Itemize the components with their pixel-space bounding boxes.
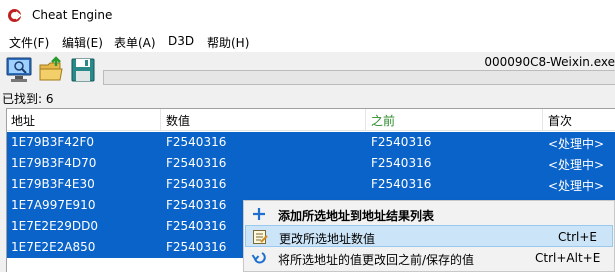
- plus-icon: [253, 208, 265, 220]
- column-divider[interactable]: [542, 109, 543, 131]
- process-name: 000090C8-Weixin.exe: [484, 55, 615, 69]
- found-count: 已找到: 6: [2, 92, 54, 106]
- title-bar: Cheat Engine: [0, 0, 615, 31]
- cell-value: F2540316: [166, 135, 227, 149]
- table-row[interactable]: 1E79B3F4D70 F2540316 F2540316 <处理中>: [7, 153, 615, 174]
- menu-d3d[interactable]: D3D: [168, 34, 194, 48]
- toolbar: 000090C8-Weixin.exe: [0, 52, 615, 90]
- column-divider[interactable]: [160, 109, 161, 131]
- menu-bar: 文件(F) 编辑(E) 表单(A) D3D 帮助(H): [0, 31, 615, 52]
- menu-table[interactable]: 表单(A): [114, 34, 156, 51]
- cell-address: 1E79B3F42F0: [11, 135, 95, 149]
- scan-progress-bar: [103, 70, 615, 85]
- menu-item-label: 添加所选地址到地址结果列表: [278, 209, 435, 223]
- menu-add-to-address-list[interactable]: 添加所选地址到地址结果列表: [245, 203, 613, 225]
- column-address[interactable]: 地址: [11, 112, 35, 129]
- menu-change-value[interactable]: 更改所选地址数值 Ctrl+E: [245, 225, 613, 247]
- column-divider[interactable]: [365, 109, 366, 131]
- cell-previous: F2540316: [371, 135, 432, 149]
- cell-address: 1E79B3F4E30: [11, 177, 95, 191]
- cell-address: 1E79B3F4D70: [11, 156, 97, 170]
- cell-value: F2540316: [166, 177, 227, 191]
- cell-first: <处理中>: [548, 158, 605, 172]
- window-title: Cheat Engine: [32, 8, 113, 22]
- menu-item-label: 将所选地址的值更改回之前/保存的值: [278, 253, 475, 267]
- cell-first: <处理中>: [548, 137, 605, 151]
- cell-value: F2540316: [166, 219, 227, 233]
- cell-previous: F2540316: [371, 177, 432, 191]
- undo-icon: [251, 252, 266, 264]
- menu-edit[interactable]: 编辑(E): [62, 34, 103, 51]
- menu-item-shortcut: Ctrl+Alt+E: [535, 251, 601, 265]
- cell-address: 1E7E2E29DD0: [11, 219, 99, 233]
- cheat-engine-icon: [8, 9, 22, 22]
- menu-item-shortcut: Ctrl+E: [558, 230, 597, 244]
- menu-help[interactable]: 帮助(H): [207, 34, 249, 51]
- cell-address: 1E7A997E910: [11, 198, 96, 212]
- column-first[interactable]: 首次: [548, 112, 572, 129]
- results-header: 地址 数值 之前 首次: [7, 109, 615, 131]
- open-folder-button[interactable]: [38, 56, 66, 84]
- column-previous[interactable]: 之前: [371, 112, 395, 129]
- table-row[interactable]: 1E79B3F42F0 F2540316 F2540316 <处理中>: [7, 132, 615, 153]
- cell-previous: F2540316: [371, 156, 432, 170]
- cell-value: F2540316: [166, 240, 227, 254]
- menu-file[interactable]: 文件(F): [9, 34, 49, 51]
- cell-value: F2540316: [166, 198, 227, 212]
- column-value[interactable]: 数值: [166, 112, 190, 129]
- menu-restore-previous[interactable]: 将所选地址的值更改回之前/保存的值 Ctrl+Alt+E: [245, 247, 613, 269]
- cell-first: <处理中>: [548, 179, 605, 193]
- save-button[interactable]: [69, 56, 97, 84]
- edit-icon: [253, 230, 268, 244]
- context-menu: 添加所选地址到地址结果列表 更改所选地址数值 Ctrl+E 将所选地址的值更改回…: [243, 200, 615, 272]
- table-row[interactable]: 1E79B3F4E30 F2540316 F2540316 <处理中>: [7, 174, 615, 195]
- select-process-button[interactable]: [5, 56, 33, 84]
- menu-item-label: 更改所选地址数值: [279, 232, 376, 246]
- cell-value: F2540316: [166, 156, 227, 170]
- cell-address: 1E7E2E2A850: [11, 240, 96, 254]
